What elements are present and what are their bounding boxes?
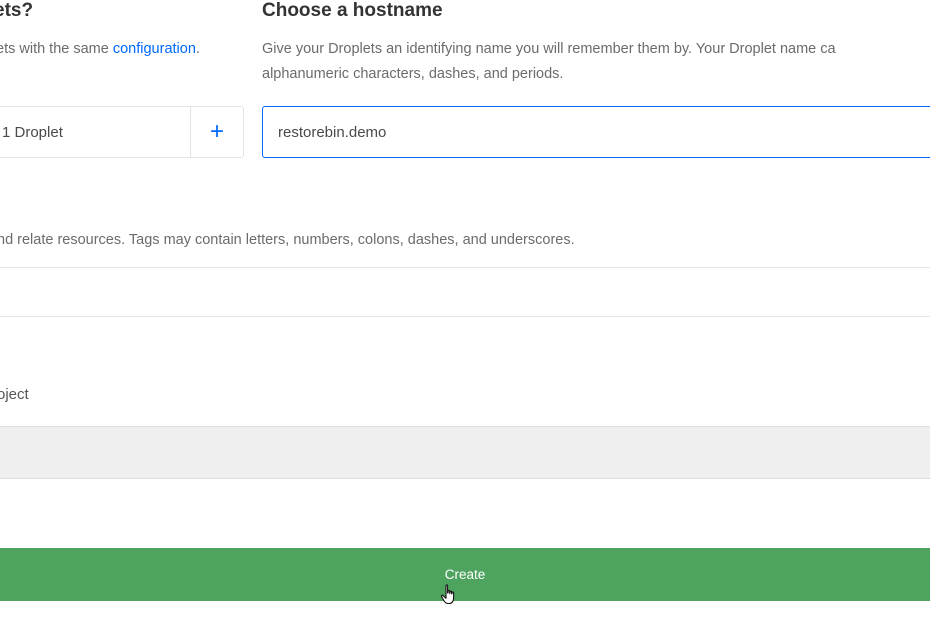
- plus-icon: +: [209, 118, 224, 145]
- quantity-heading: ets?: [0, 0, 34, 21]
- hostname-description-line1: Give your Droplets an identifying name y…: [262, 41, 836, 57]
- hand-pointer-cursor-icon: [440, 584, 455, 605]
- droplet-quantity-value: 1 Droplet: [2, 123, 63, 141]
- create-button[interactable]: Create: [0, 548, 930, 601]
- hostname-input[interactable]: restorebin.demo: [262, 106, 930, 158]
- quantity-description-text: ets with the same: [0, 41, 113, 57]
- tags-description: nd relate resources. Tags may contain le…: [0, 232, 575, 248]
- hostname-description-line2: alphanumeric characters, dashes, and per…: [262, 66, 564, 82]
- quantity-description: ets with the same configuration.: [0, 37, 200, 62]
- tags-input[interactable]: [0, 267, 930, 317]
- project-label: roject: [0, 386, 29, 403]
- increment-button[interactable]: +: [190, 107, 243, 157]
- droplet-quantity-stepper: 1 Droplet +: [0, 106, 244, 158]
- create-button-label: Create: [444, 567, 486, 582]
- quantity-description-period: .: [195, 41, 200, 57]
- hostname-heading: Choose a hostname: [262, 0, 443, 21]
- project-select[interactable]: o: [0, 426, 930, 479]
- configuration-link[interactable]: configuration: [113, 41, 196, 57]
